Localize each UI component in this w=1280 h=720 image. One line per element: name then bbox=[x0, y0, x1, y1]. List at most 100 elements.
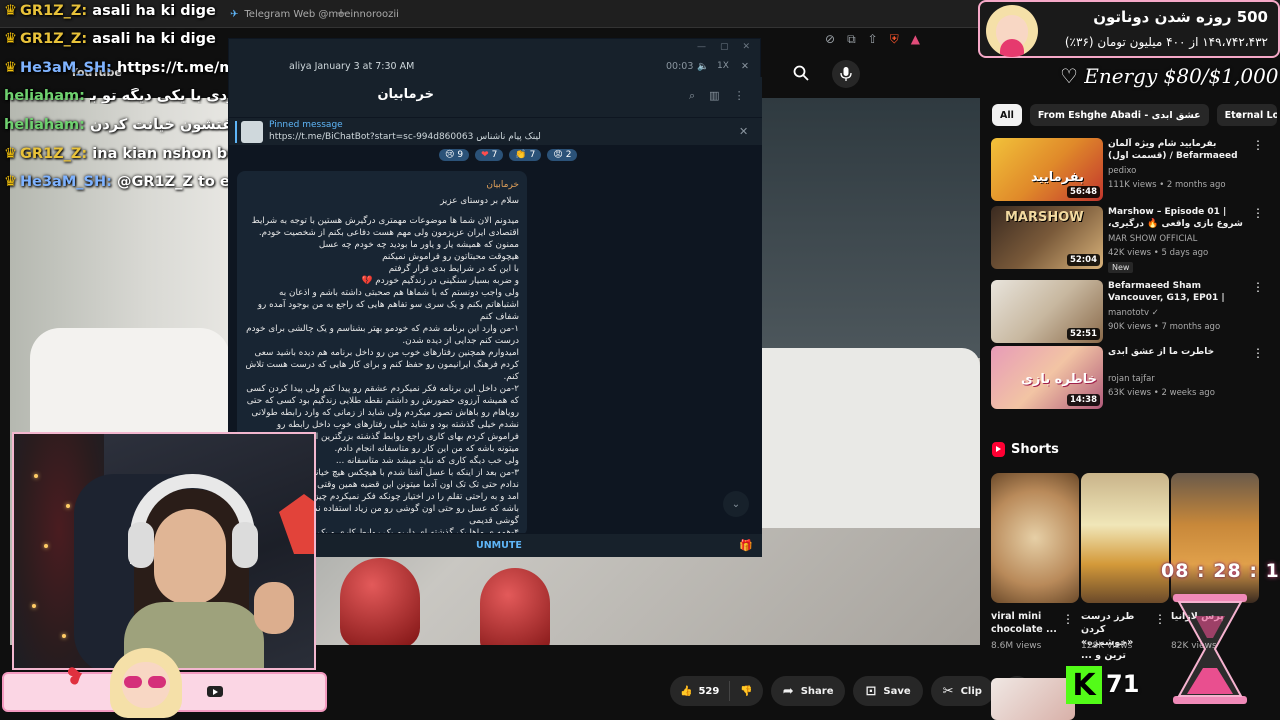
close-icon[interactable]: ✕ bbox=[742, 42, 750, 52]
voice-search-button[interactable] bbox=[832, 60, 860, 88]
filter-chips: All From Eshghe Abadi - عشق ابدی Eternal… bbox=[992, 104, 1277, 126]
chip-eshghe-abadi[interactable]: From Eshghe Abadi - عشق ابدی bbox=[1029, 104, 1209, 126]
close-pinned-icon[interactable]: ✕ bbox=[739, 125, 748, 138]
chip-eternal-love[interactable]: Eternal Love bbox=[1216, 104, 1277, 126]
minimize-icon[interactable]: — bbox=[697, 42, 706, 52]
reaction[interactable]: 😢 9 bbox=[439, 149, 470, 161]
shorts-header: Shorts bbox=[992, 442, 1059, 457]
search-button[interactable] bbox=[785, 62, 817, 84]
channel-name: rojan tajfar bbox=[1108, 374, 1155, 384]
thumbnail-text: MARSHOW bbox=[1005, 210, 1084, 225]
dislike-button[interactable]: 👎 bbox=[730, 686, 762, 697]
search-icon[interactable]: ⌕ bbox=[689, 89, 695, 103]
more-icon[interactable]: ⋮ bbox=[1252, 280, 1264, 294]
donation-avatar bbox=[986, 5, 1038, 57]
new-tab-button[interactable]: + bbox=[336, 6, 346, 20]
short-title[interactable]: طرز درست کردن «خوشمزه» ترین و ... bbox=[1081, 610, 1153, 662]
chevron-right-icon[interactable]: › bbox=[1237, 108, 1242, 123]
channel-header-icons: ⌕ ▥ ⋮ bbox=[689, 89, 745, 103]
unmute-button[interactable]: UNMUTE bbox=[476, 540, 522, 551]
more-icon[interactable]: ⋮ bbox=[1252, 138, 1264, 152]
reaction[interactable]: 👏 7 bbox=[509, 149, 542, 161]
timer-digits: 08 : 28 : 13 bbox=[1161, 560, 1280, 582]
maximize-icon[interactable]: ▢ bbox=[720, 42, 729, 52]
pinned-message[interactable]: Pinned message https://t.me/BiChatBot?st… bbox=[229, 117, 762, 145]
sidebar-icon[interactable]: ▥ bbox=[709, 89, 719, 103]
message-greeting: سلام بر دوستای عزیز bbox=[440, 196, 519, 206]
brave-shield-icon[interactable]: ⛨ bbox=[890, 32, 899, 47]
shorts-icon bbox=[992, 442, 1005, 457]
video-title: Befarmaeed Sham Vancouver, G13, EP01 | ب… bbox=[1108, 281, 1225, 303]
stream-timer: 08 : 28 : 13 bbox=[1155, 558, 1280, 708]
more-icon[interactable]: ⋮ bbox=[1252, 346, 1264, 360]
stream-screen: ✈ Telegram Web @moeinnoroozii + ⊘ ⧉ ⇧ ⛨ … bbox=[0, 0, 1280, 720]
search-icon bbox=[793, 65, 809, 81]
video-title: بفرمایید شام ویژه آلمان (قسمت اول) / Bef… bbox=[1108, 139, 1238, 161]
thumbnail-text: خاطره بازی bbox=[1021, 372, 1097, 387]
recommendation-thumbnail[interactable] bbox=[991, 678, 1075, 720]
chip-all[interactable]: All bbox=[992, 104, 1022, 126]
chat-message: asali ha ki dige bbox=[92, 3, 216, 19]
chat-line: ♛ GR1Z_Z: asali ha ki dige bbox=[4, 3, 216, 19]
short-thumbnail[interactable] bbox=[991, 473, 1079, 603]
reaction[interactable]: ❤ 7 bbox=[475, 149, 504, 161]
reaction-emoji: 😢 bbox=[445, 150, 455, 160]
share-button[interactable]: ➦ Share bbox=[770, 676, 846, 706]
clip-button[interactable]: ✂ Clip bbox=[930, 676, 994, 706]
reactions: 😢 9 ❤ 7 👏 7 😡 2 bbox=[439, 149, 578, 161]
browser-tab[interactable]: ✈ Telegram Web @moeinnoroozii bbox=[220, 4, 409, 24]
recommendation-item[interactable]: MARSHOW 52:04 Marshow – Episode 01 | شرو… bbox=[991, 206, 1264, 273]
translate-icon[interactable]: ⧉ bbox=[847, 32, 856, 47]
video-duration: 52:04 bbox=[1066, 254, 1100, 266]
browser-toolbar-icons: ⊘ ⧉ ⇧ ⛨ ▲ bbox=[825, 32, 920, 47]
origami-decoration bbox=[279, 494, 314, 554]
reaction-count: 7 bbox=[491, 150, 498, 160]
mic-icon bbox=[840, 67, 852, 81]
thumb-up-icon: 👍 bbox=[680, 685, 693, 697]
volume-icon[interactable]: 🔈 bbox=[697, 61, 709, 72]
chat-username: heliaham: bbox=[4, 88, 85, 104]
short-views: 128K views bbox=[1081, 641, 1133, 651]
donation-title: 500 روزه شدن دوناتون bbox=[1093, 8, 1268, 26]
share-icon: ➦ bbox=[782, 683, 794, 699]
headphone-left bbox=[128, 522, 154, 568]
video-meta: 63K views • 2 weeks ago bbox=[1108, 388, 1215, 398]
webcam-overlay bbox=[12, 432, 316, 670]
channel-name: خرمابیان bbox=[377, 87, 434, 102]
video-duration: 56:48 bbox=[1066, 186, 1100, 198]
save-button[interactable]: ⊡ Save bbox=[853, 676, 923, 706]
more-icon[interactable]: ⋮ bbox=[1062, 612, 1074, 626]
crown-icon: ♛ bbox=[4, 31, 17, 47]
more-icon[interactable]: ⋮ bbox=[734, 89, 745, 103]
bookmark-icon: ⊡ bbox=[865, 683, 877, 699]
crown-icon: ♛ bbox=[4, 60, 17, 76]
recommendation-item[interactable]: خاطره بازی 14:38 خاطرت ما از عشق ابدی ro… bbox=[991, 346, 1264, 410]
player-title: aliya January 3 at 7:30 AM bbox=[289, 60, 415, 72]
recommendation-item[interactable]: بفرمایید 56:48 بفرمایید شام ویژه آلمان (… bbox=[991, 138, 1264, 202]
reaction[interactable]: 😡 2 bbox=[547, 149, 578, 161]
video-thumbnail: بفرمایید 56:48 bbox=[991, 138, 1103, 201]
more-icon[interactable]: ⋮ bbox=[1252, 206, 1264, 220]
gift-icon[interactable]: 🎁 bbox=[739, 539, 753, 552]
scroll-down-button[interactable]: ⌄ bbox=[723, 491, 749, 517]
share-icon[interactable]: ⇧ bbox=[868, 32, 878, 47]
like-count: 529 bbox=[698, 685, 720, 697]
streamer-avatar bbox=[104, 648, 188, 718]
short-title[interactable]: viral mini chocolate ... bbox=[991, 610, 1071, 636]
player-close-icon[interactable]: ✕ bbox=[741, 61, 749, 72]
recommendation-item[interactable]: 52:51 Befarmaeed Sham Vancouver, G13, EP… bbox=[991, 280, 1264, 344]
channel-name: manototv ✓ bbox=[1108, 308, 1159, 318]
like-button[interactable]: 👍 529 bbox=[670, 681, 731, 701]
video-title: خاطرت ما از عشق ابدی bbox=[1108, 347, 1215, 357]
crown-icon: ♛ bbox=[4, 174, 17, 190]
player-time: 00:03 bbox=[666, 60, 694, 72]
channel-header[interactable]: خرمابیان ⌕ ▥ ⋮ bbox=[229, 77, 762, 117]
player-speed[interactable]: 1X bbox=[717, 61, 729, 71]
reaction-emoji: ❤ bbox=[481, 150, 489, 160]
video-scene-heart-left bbox=[340, 558, 420, 645]
kick-logo-icon: K bbox=[1066, 666, 1102, 704]
triangle-icon[interactable]: ▲ bbox=[911, 32, 920, 47]
mute-icon[interactable]: ⊘ bbox=[825, 32, 835, 47]
donation-amount: ۱۴۹،۷۴۲،۴۳۲ از ۴۰۰ میلیون تومان (۳۶٪) bbox=[1064, 35, 1268, 49]
telegram-titlebar: — ▢ ✕ bbox=[229, 39, 760, 55]
